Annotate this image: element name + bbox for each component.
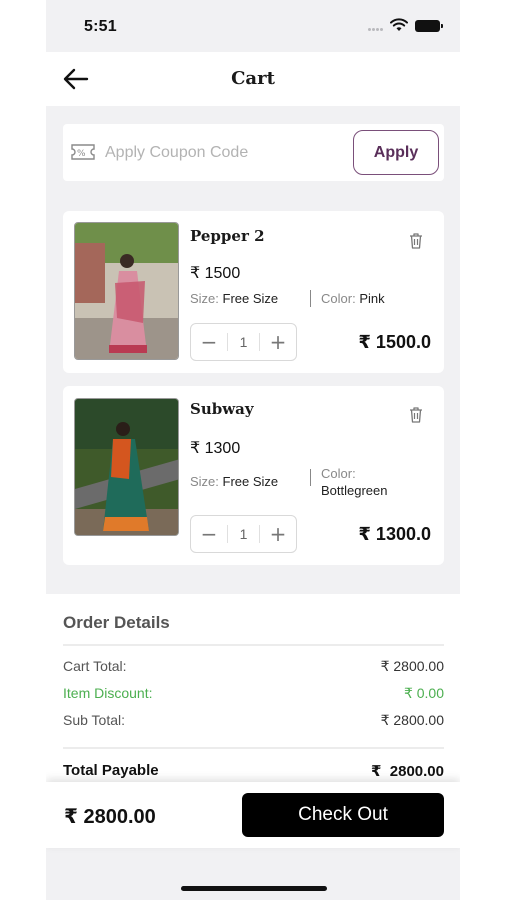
divider — [63, 644, 444, 646]
battery-icon — [415, 20, 443, 32]
order-details-panel: Order Details Cart Total: ₹ 2800.00 Item… — [46, 594, 460, 814]
quantity-stepper: − 1 + — [190, 515, 297, 553]
saree-photo — [75, 399, 178, 535]
app-screen: 5:51 Cart % Apply Coupon Code Apply Pepp… — [46, 0, 460, 900]
page-title: Cart — [231, 68, 275, 89]
apply-coupon-button[interactable]: Apply — [353, 130, 439, 175]
total-payable-row: Total Payable ₹ 2800.00 — [63, 762, 444, 780]
quantity-value: 1 — [227, 525, 260, 543]
svg-text:%: % — [77, 149, 86, 159]
cart-item: Subway ₹ 1300 Size: Free Size Color: Bot… — [63, 386, 444, 565]
sub-total-row: Sub Total: ₹ 2800.00 — [63, 712, 444, 730]
size-attribute: Size: Free Size — [190, 473, 278, 490]
total-payable-label: Total Payable — [63, 762, 159, 779]
checkout-bar: ₹ 2800.00 Check Out — [46, 782, 460, 848]
size-attribute: Size: Free Size — [190, 290, 278, 307]
attribute-divider — [310, 469, 311, 486]
divider — [63, 747, 444, 749]
quantity-stepper: − 1 + — [190, 323, 297, 361]
line-total: ₹ 1300.0 — [358, 524, 431, 544]
checkout-button[interactable]: Check Out — [242, 793, 444, 837]
color-value: Bottlegreen — [321, 483, 388, 498]
size-label: Size: — [190, 474, 219, 489]
coupon-bar: % Apply — [63, 124, 444, 181]
order-details-heading: Order Details — [63, 613, 170, 632]
decrease-quantity-button[interactable]: − — [191, 324, 227, 360]
product-image[interactable] — [74, 398, 179, 536]
product-name: Subway — [190, 400, 254, 418]
checkout-amount: ₹ 2800.00 — [64, 806, 156, 828]
nav-header: Cart — [46, 52, 460, 106]
cart-total-value: ₹ 2800.00 — [380, 658, 444, 674]
size-value: Free Size — [222, 474, 279, 489]
color-attribute: Color: Pink — [321, 290, 385, 307]
item-discount-row: Item Discount: ₹ 0.00 — [63, 685, 444, 703]
attribute-divider — [310, 290, 311, 307]
saree-photo — [75, 223, 178, 359]
product-price: ₹ 1500 — [190, 265, 241, 282]
size-value: Free Size — [222, 291, 279, 306]
cellular-signal-icon — [368, 28, 386, 32]
status-bar: 5:51 — [46, 0, 460, 52]
cart-total-label: Cart Total: — [63, 658, 127, 674]
item-discount-label: Item Discount: — [63, 685, 153, 701]
coupon-ticket-icon: % — [71, 144, 95, 160]
trash-icon[interactable] — [407, 231, 425, 251]
item-discount-value: ₹ 0.00 — [403, 685, 444, 701]
trash-icon[interactable] — [407, 405, 425, 425]
coupon-code-input[interactable] — [105, 142, 305, 164]
cart-total-row: Cart Total: ₹ 2800.00 — [63, 658, 444, 676]
total-payable-value: ₹ 2800.00 — [371, 763, 444, 780]
home-indicator[interactable] — [181, 886, 327, 891]
increase-quantity-button[interactable]: + — [260, 324, 296, 360]
sub-total-label: Sub Total: — [63, 712, 126, 728]
sub-total-value: ₹ 2800.00 — [380, 712, 444, 728]
cart-item: Pepper 2 ₹ 1500 Size: Free Size Color: P… — [63, 211, 444, 373]
quantity-value: 1 — [227, 333, 260, 351]
product-name: Pepper 2 — [190, 227, 265, 245]
status-time: 5:51 — [84, 18, 117, 35]
color-label: Color: — [321, 466, 356, 481]
decrease-quantity-button[interactable]: − — [191, 516, 227, 552]
color-value: Pink — [359, 291, 385, 306]
line-total: ₹ 1500.0 — [358, 332, 431, 352]
size-label: Size: — [190, 291, 219, 306]
product-image[interactable] — [74, 222, 179, 360]
color-label: Color: — [321, 291, 356, 306]
wifi-icon — [390, 18, 408, 31]
product-price: ₹ 1300 — [190, 440, 241, 457]
color-attribute: Color: Bottlegreen — [321, 465, 388, 499]
increase-quantity-button[interactable]: + — [260, 516, 296, 552]
